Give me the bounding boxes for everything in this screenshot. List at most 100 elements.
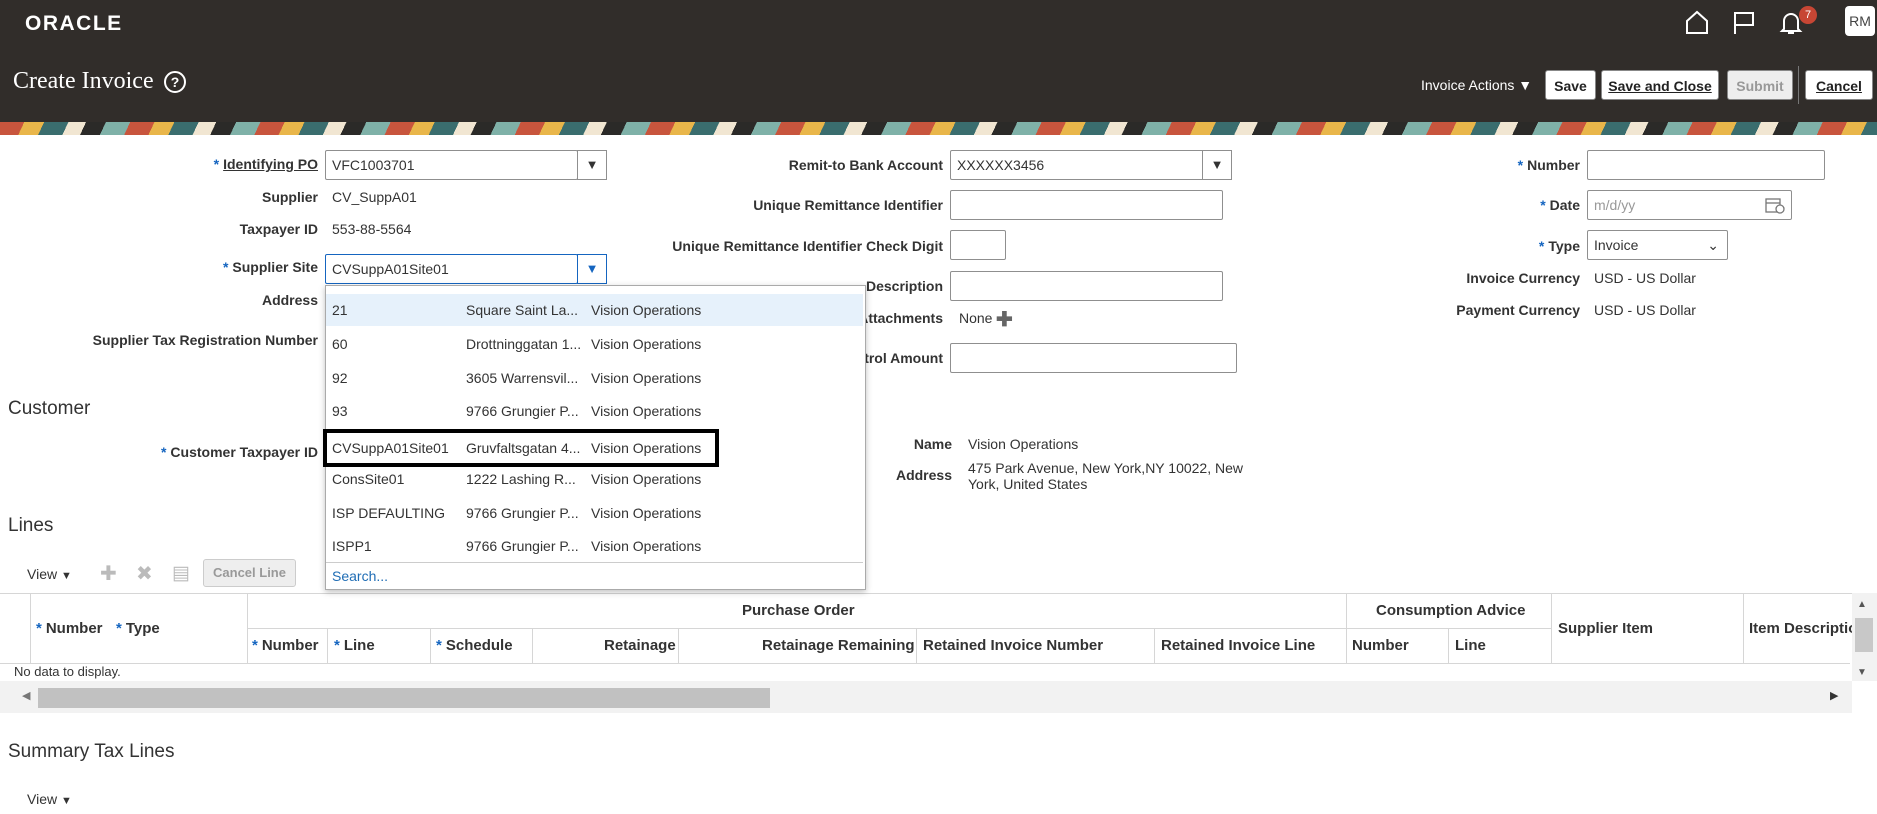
unique-remittance-label: Unique Remittance Identifier — [753, 197, 943, 213]
customer-address-line2: York, United States — [968, 476, 1088, 492]
scroll-right-icon[interactable]: ▶ — [1830, 689, 1838, 702]
customer-name-label: Name — [913, 436, 952, 452]
site-address: Drottninggatan 1... — [466, 336, 582, 352]
supplier-site-label: * Supplier Site — [222, 259, 318, 275]
site-address: Square Saint La... — [466, 302, 579, 318]
scroll-down-icon[interactable]: ▼ — [1857, 667, 1867, 678]
col-type[interactable]: * Type — [116, 620, 160, 637]
col-divider — [1551, 593, 1552, 663]
decorative-banner — [0, 122, 1877, 135]
invoice-date-input[interactable]: m/d/yy — [1587, 190, 1792, 220]
chevron-down-icon: ⌄ — [1707, 237, 1719, 253]
invoice-type-value: Invoice — [1594, 237, 1639, 253]
list-item[interactable]: 92 3605 Warrensvil... Vision Operations — [326, 362, 863, 394]
header-divider — [247, 628, 1551, 629]
site-address: 9766 Grungier P... — [466, 538, 579, 554]
site-business-unit: Vision Operations — [591, 403, 702, 419]
submit-button[interactable]: Submit — [1727, 70, 1793, 100]
flag-icon[interactable] — [1731, 9, 1757, 35]
customer-address-value: 475 Park Avenue, New York,NY 10022, New … — [968, 460, 1243, 492]
col-divider — [430, 629, 431, 663]
col-number[interactable]: * Number — [36, 620, 103, 637]
identifying-po-input[interactable]: VFC1003701 — [325, 150, 578, 180]
page-title: Create Invoice — [13, 68, 154, 94]
horizontal-scroll-thumb[interactable] — [38, 688, 770, 708]
description-input[interactable] — [950, 271, 1223, 301]
vertical-scroll-thumb[interactable] — [1855, 618, 1873, 652]
control-amount-input[interactable] — [950, 343, 1237, 373]
supplier-site-dropdown-icon[interactable]: ▼ — [577, 254, 607, 284]
user-avatar[interactable]: RM — [1845, 6, 1875, 36]
customer-address-label: Address — [895, 467, 952, 483]
invoice-number-label: * Number — [1517, 157, 1580, 173]
customer-taxpayer-id-label: * Customer Taxpayer ID — [160, 444, 318, 460]
table-top-border — [0, 593, 1877, 594]
unique-remittance-check-digit-input[interactable] — [950, 230, 1006, 260]
col-divider — [327, 629, 328, 663]
supplier-label: Supplier — [261, 189, 318, 205]
col-ca-line[interactable]: Line — [1455, 637, 1486, 654]
list-item[interactable]: 93 9766 Grungier P... Vision Operations — [326, 395, 863, 427]
scroll-left-icon[interactable]: ◀ — [22, 689, 30, 702]
attachments-value: None — [959, 310, 993, 326]
site-business-unit: Vision Operations — [591, 302, 702, 318]
remit-to-bank-dropdown-icon[interactable]: ▼ — [1202, 150, 1232, 180]
cancel-button[interactable]: Cancel — [1805, 70, 1873, 100]
col-po-schedule[interactable]: * Schedule — [436, 637, 513, 654]
list-item[interactable]: ISP DEFAULTING 9766 Grungier P... Vision… — [326, 497, 863, 529]
col-supplier-item[interactable]: Supplier Item — [1558, 620, 1653, 637]
add-row-icon[interactable]: ✚ — [100, 561, 117, 586]
help-icon[interactable]: ? — [164, 71, 186, 93]
list-item[interactable]: ConsSite01 1222 Lashing R... Vision Oper… — [326, 463, 863, 495]
search-link[interactable]: Search... — [332, 568, 388, 584]
cancel-line-button[interactable]: Cancel Line — [203, 559, 296, 587]
invoice-actions-menu[interactable]: Invoice Actions ▼ — [1421, 77, 1532, 93]
summary-tax-view-menu[interactable]: View ▼ — [27, 791, 72, 807]
save-and-close-button[interactable]: Save and Close — [1601, 70, 1719, 100]
col-item-description[interactable]: Item Descriptio — [1749, 620, 1857, 637]
site-business-unit: Vision Operations — [591, 538, 702, 554]
site-name: CVSuppA01Site01 — [332, 440, 449, 456]
calendar-icon[interactable] — [1765, 196, 1785, 214]
save-button[interactable]: Save — [1545, 70, 1596, 100]
col-divider — [678, 629, 679, 663]
col-po-line[interactable]: * Line — [334, 637, 375, 654]
taxpayer-id-value: 553-88-5564 — [332, 221, 412, 237]
delete-row-icon[interactable]: ✖ — [136, 561, 153, 586]
identifying-po-dropdown-icon[interactable]: ▼ — [577, 150, 607, 180]
edit-row-icon[interactable]: ▤ — [172, 562, 190, 585]
col-number-label: Number — [45, 620, 103, 637]
col-retained-invoice-number[interactable]: Retained Invoice Number — [923, 637, 1103, 654]
col-group-consumption-advice: Consumption Advice — [1376, 602, 1526, 619]
col-ca-number[interactable]: Number — [1352, 637, 1409, 654]
list-item[interactable]: 21 Square Saint La... Vision Operations — [326, 294, 863, 326]
site-business-unit: Vision Operations — [591, 370, 702, 386]
oracle-logo[interactable]: ORACLE — [25, 12, 123, 36]
col-divider — [916, 629, 917, 663]
identifying-po-label-text: Identifying PO — [223, 156, 318, 172]
add-attachment-icon[interactable]: ✚ — [996, 307, 1013, 332]
site-name: 92 — [332, 370, 348, 386]
col-po-number[interactable]: * Number — [252, 637, 319, 654]
invoice-type-select[interactable]: Invoice ⌄ — [1587, 230, 1728, 260]
top-bar — [0, 0, 1877, 122]
col-retainage-remaining[interactable]: Retainage Remaining — [762, 637, 915, 654]
home-icon[interactable] — [1684, 9, 1710, 35]
col-retainage[interactable]: Retainage — [604, 637, 676, 654]
list-item[interactable]: ISPP1 9766 Grungier P... Vision Operatio… — [326, 530, 863, 562]
col-retained-invoice-line[interactable]: Retained Invoice Line — [1161, 637, 1315, 654]
supplier-site-input[interactable]: CVSuppA01Site01 — [325, 254, 578, 284]
remit-to-bank-input[interactable]: XXXXXX3456 — [950, 150, 1216, 180]
remit-to-bank-label: Remit-to Bank Account — [788, 157, 943, 173]
col-divider — [532, 629, 533, 663]
scroll-up-icon[interactable]: ▲ — [1857, 599, 1867, 610]
col-type-label: Type — [125, 620, 160, 637]
lines-view-menu[interactable]: View ▼ — [27, 566, 72, 582]
invoice-date-label: * Date — [1540, 197, 1580, 213]
unique-remittance-input[interactable] — [950, 190, 1223, 220]
divider — [1798, 66, 1799, 104]
list-item[interactable]: 60 Drottninggatan 1... Vision Operations — [326, 328, 863, 360]
invoice-number-input[interactable] — [1587, 150, 1825, 180]
view-label: View — [27, 566, 58, 582]
list-item-selected[interactable]: CVSuppA01Site01 Gruvfaltsgatan 4... Visi… — [323, 429, 719, 467]
